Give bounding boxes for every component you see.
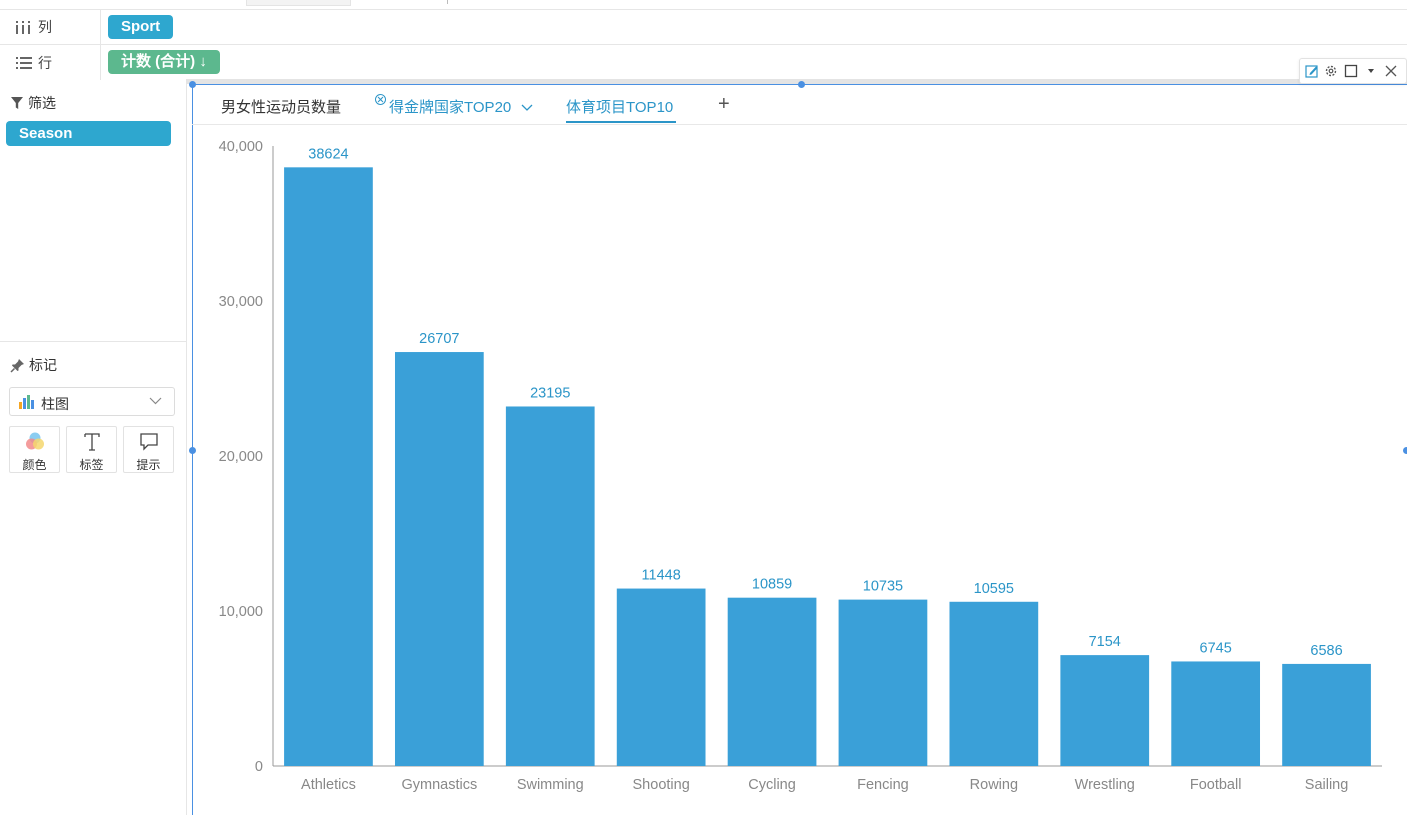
add-tab-button[interactable]: +	[718, 93, 730, 116]
y-tick-label: 0	[255, 759, 263, 775]
close-icon[interactable]	[1383, 63, 1399, 79]
caret-down-icon[interactable]	[1363, 63, 1379, 79]
tab-athlete-gender-count[interactable]: 男女性运动员数量	[221, 96, 341, 117]
edit-icon[interactable]	[1304, 63, 1320, 79]
x-tick-label: Shooting	[633, 777, 690, 793]
x-tick-label: Gymnastics	[401, 777, 477, 793]
columns-label: 列	[38, 19, 52, 35]
color-button[interactable]: 颜色	[9, 426, 60, 473]
filter-section-title: 筛选	[10, 93, 56, 113]
data-label: 26707	[419, 331, 459, 347]
y-tick-label: 20,000	[219, 449, 263, 465]
bar-football[interactable]	[1171, 661, 1261, 766]
rows-shelf: 行 计数 (合计) ↓	[0, 45, 1407, 81]
columns-shelf-label: 列	[0, 10, 101, 44]
row-pill-count[interactable]: 计数 (合计) ↓	[108, 50, 220, 74]
maximize-icon[interactable]	[1343, 63, 1359, 79]
marks-section-title: 标记	[10, 355, 57, 375]
widget-toolbox	[1299, 58, 1407, 84]
text-label-icon	[83, 433, 100, 451]
color-button-label: 颜色	[22, 458, 47, 472]
bar-swimming[interactable]	[505, 406, 595, 766]
close-circle-icon[interactable]	[375, 94, 386, 105]
filter-icon	[11, 97, 23, 109]
data-label: 7154	[1089, 634, 1121, 650]
color-icon	[25, 432, 44, 450]
divider	[447, 0, 448, 4]
bar-fencing[interactable]	[838, 599, 928, 766]
chevron-down-icon	[149, 397, 162, 405]
tooltip-icon	[139, 433, 158, 451]
data-label: 10735	[863, 579, 903, 595]
marks-title: 标记	[29, 357, 57, 373]
chart-type-dropdown[interactable]: 柱图	[9, 387, 175, 416]
bar-shooting[interactable]	[616, 588, 706, 766]
bar-rowing[interactable]	[949, 601, 1039, 766]
x-tick-label: Sailing	[1305, 777, 1349, 793]
column-pill-sport[interactable]: Sport	[108, 15, 174, 39]
x-tick-label: Athletics	[301, 777, 356, 793]
top-strip	[0, 0, 1407, 10]
left-panel: 筛选 Season 标记 柱图 颜色 标签 提示	[0, 80, 187, 815]
data-label: 10859	[752, 577, 792, 593]
columns-shelf: 列 Sport	[0, 10, 1407, 45]
bar-athletics[interactable]	[284, 167, 373, 766]
chevron-down-icon[interactable]	[521, 104, 533, 112]
rows-shelf-label: 行	[0, 45, 101, 80]
data-label: 6586	[1310, 643, 1342, 659]
x-tick-label: Cycling	[748, 777, 796, 793]
label-button-label: 标签	[79, 458, 104, 472]
x-tick-label: Fencing	[857, 777, 909, 793]
data-label: 10595	[974, 581, 1014, 597]
y-tick-label: 10,000	[219, 604, 263, 620]
x-tick-label: Rowing	[970, 777, 1018, 793]
page-tab-stub[interactable]	[246, 0, 351, 6]
pin-icon	[10, 358, 24, 373]
rows-icon	[16, 56, 32, 69]
x-tick-label: Swimming	[517, 777, 584, 793]
panel-divider	[0, 341, 186, 342]
bar-gymnastics[interactable]	[394, 352, 484, 766]
columns-icon	[16, 21, 30, 34]
filter-pill-season[interactable]: Season	[6, 121, 171, 146]
bar-cycling[interactable]	[727, 597, 817, 766]
tooltip-button-label: 提示	[136, 458, 161, 472]
label-button[interactable]: 标签	[66, 426, 117, 473]
sheet-tabs: 男女性运动员数量 得金牌国家TOP20 体育项目TOP10 +	[192, 86, 1407, 125]
bar-chart: 0 10,000 20,000 30,000 40,000 38624 Athletics 2…	[219, 139, 1382, 793]
data-label: 23195	[530, 385, 570, 401]
tooltip-button[interactable]: 提示	[123, 426, 174, 473]
tab-sport-top10[interactable]: 体育项目TOP10	[566, 96, 673, 117]
y-tick-label: 30,000	[219, 294, 263, 310]
data-label: 11448	[642, 568, 681, 584]
chart-type-value: 柱图	[41, 396, 69, 412]
active-tab-indicator	[566, 121, 676, 123]
bar-sailing[interactable]	[1282, 663, 1371, 766]
x-tick-label: Wrestling	[1075, 777, 1135, 793]
gear-icon[interactable]	[1323, 63, 1339, 79]
filter-title: 筛选	[28, 95, 56, 111]
data-label: 38624	[308, 146, 348, 162]
bar-chart-icon	[19, 395, 34, 409]
tab-gold-medal-top20[interactable]: 得金牌国家TOP20	[375, 94, 533, 117]
bar-wrestling[interactable]	[1060, 655, 1150, 766]
x-tick-label: Football	[1190, 777, 1242, 793]
y-tick-label: 40,000	[219, 139, 263, 155]
tab-gold-medal-top20-label: 得金牌国家TOP20	[389, 99, 512, 116]
data-label: 6745	[1200, 640, 1232, 656]
rows-label: 行	[38, 54, 52, 71]
